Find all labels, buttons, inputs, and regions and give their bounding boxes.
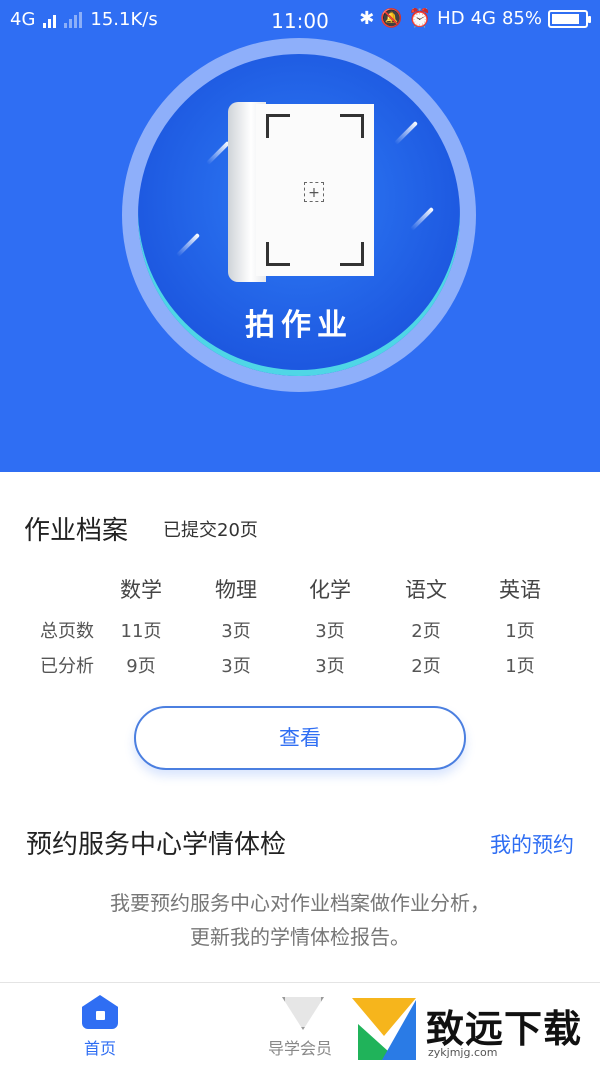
service-description: 我要预约服务中心对作业档案做作业分析， 更新我的学情体检报告。 xyxy=(0,886,600,954)
book-scan-icon: + xyxy=(228,102,376,282)
view-archive-button[interactable]: 查看 xyxy=(134,706,466,770)
sparkle-decoration xyxy=(409,206,435,232)
battery-fill xyxy=(552,13,580,24)
my-booking-link[interactable]: 我的预约 xyxy=(490,829,574,859)
nav-item-label: 首页 xyxy=(83,1039,116,1058)
watermark-domain: zykjmjg.com xyxy=(428,1046,498,1059)
network-type-right: 4G xyxy=(470,8,496,29)
table-cell: 2页 xyxy=(411,656,441,677)
watermark-brand: 致远下载 xyxy=(426,1006,583,1051)
take-homework-photo-button[interactable]: + 拍作业 xyxy=(138,54,460,376)
scan-corner-icon xyxy=(340,242,364,266)
alarm-icon: ⏰ xyxy=(408,7,432,29)
scan-corner-icon xyxy=(266,242,290,266)
archive-title: 作业档案 xyxy=(24,516,129,546)
hd-label: HD xyxy=(437,8,465,29)
nav-item-member[interactable]: 导学会员 xyxy=(245,995,355,1059)
table-cell: 11页 xyxy=(120,621,162,642)
subject-header-english: 英语 xyxy=(499,578,541,602)
book-page: + xyxy=(256,104,374,276)
subject-header-math: 数学 xyxy=(120,578,162,602)
subject-header-physics: 物理 xyxy=(215,578,257,602)
row-label-total-pages: 总页数 xyxy=(40,621,94,642)
subject-header-chemistry: 化学 xyxy=(309,578,351,602)
table-cell: 3页 xyxy=(315,621,345,642)
subject-header-chinese: 语文 xyxy=(405,578,447,602)
watermark-logo-icon xyxy=(352,998,416,1060)
service-description-line: 更新我的学情体检报告。 xyxy=(190,925,410,949)
table-cell: 3页 xyxy=(221,621,251,642)
status-bar: 4G 15.1K/s 11:00 ✱ 🔕 ⏰ HD 4G 85% xyxy=(0,0,600,40)
table-cell: 3页 xyxy=(315,656,345,677)
battery-icon xyxy=(548,9,591,28)
status-bar-right: ✱ 🔕 ⏰ HD 4G 85% xyxy=(359,7,591,29)
row-label-analyzed: 已分析 xyxy=(40,656,94,677)
table-cell: 3页 xyxy=(221,656,251,677)
watermark: 致远下载 zykjmjg.com xyxy=(348,994,600,1067)
service-description-line: 我要预约服务中心对作业档案做作业分析， xyxy=(110,891,490,915)
hero-header: 4G 15.1K/s 11:00 ✱ 🔕 ⏰ HD 4G 85% + 拍作业 xyxy=(0,0,600,472)
nav-item-home[interactable]: 首页 xyxy=(45,995,155,1059)
archive-submitted-count: 已提交20页 xyxy=(163,520,258,541)
table-cell: 2页 xyxy=(411,621,441,642)
table-cell: 1页 xyxy=(505,656,535,677)
scan-corner-icon xyxy=(266,114,290,138)
nav-item-label: 导学会员 xyxy=(267,1039,332,1058)
home-icon xyxy=(82,995,118,1029)
mute-bell-icon: 🔕 xyxy=(380,7,403,29)
sparkle-decoration xyxy=(205,140,231,166)
bluetooth-icon: ✱ xyxy=(359,7,375,29)
service-title: 预约服务中心学情体检 xyxy=(26,830,287,860)
member-icon xyxy=(280,995,320,1029)
focus-plus-icon: + xyxy=(304,182,324,202)
sparkle-decoration xyxy=(393,120,419,146)
scan-corner-icon xyxy=(340,114,364,138)
camera-button-label: 拍作业 xyxy=(245,308,353,343)
sparkle-decoration xyxy=(175,232,201,258)
table-cell: 1页 xyxy=(505,621,535,642)
battery-percent: 85% xyxy=(501,8,542,29)
table-cell: 9页 xyxy=(126,656,156,677)
